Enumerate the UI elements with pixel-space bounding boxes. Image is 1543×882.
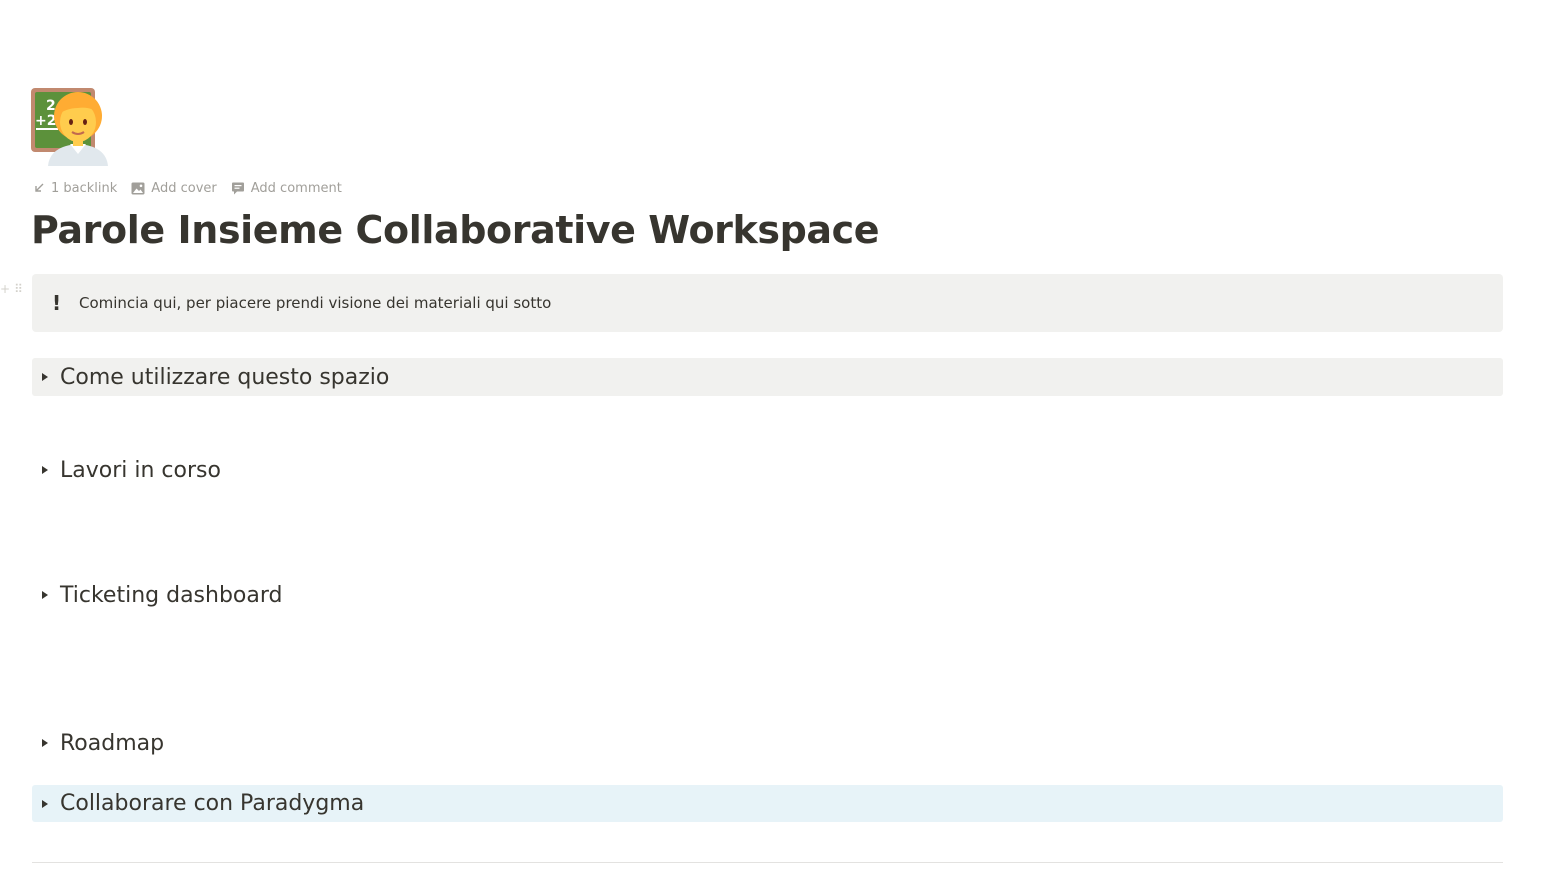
page-meta-row: 1 backlink Add cover Add comment [33, 179, 342, 197]
toggle-roadmap[interactable]: Roadmap [32, 724, 1503, 762]
callout-block[interactable]: ! Comincia qui, per piacere prendi visio… [32, 274, 1503, 332]
drag-dots-icon: ⠿ [14, 282, 23, 296]
toggle-triangle-icon[interactable] [30, 590, 60, 600]
svg-text:+2: +2 [35, 113, 56, 129]
add-comment-label: Add comment [250, 180, 342, 196]
callout-text[interactable]: Comincia qui, per piacere prendi visione… [79, 294, 551, 312]
page-title[interactable]: Parole Insieme Collaborative Workspace [31, 208, 880, 252]
toggle-lavori-in-corso[interactable]: Lavori in corso [32, 451, 1503, 489]
arrow-down-left-icon [33, 182, 45, 194]
toggle-triangle-icon[interactable] [30, 799, 60, 809]
toggle-triangle-icon[interactable] [30, 738, 60, 748]
block-drag-handle[interactable]: + ⠿ [0, 282, 23, 296]
image-icon [131, 182, 145, 195]
toggle-come-utilizzare[interactable]: Come utilizzare questo spazio [32, 358, 1503, 396]
backlinks-label: 1 backlink [51, 180, 118, 196]
toggle-ticketing-dashboard[interactable]: Ticketing dashboard [32, 576, 1503, 614]
plus-icon: + [0, 282, 11, 296]
add-cover-label: Add cover [151, 180, 217, 196]
toggle-heading-label[interactable]: Come utilizzare questo spazio [60, 365, 389, 390]
divider [32, 862, 1503, 863]
notion-page: 2 +2 1 backlink Add cover Add comment Pa… [0, 0, 1543, 882]
comment-icon [231, 182, 245, 195]
add-comment-button[interactable]: Add comment [231, 179, 342, 197]
toggle-heading-label[interactable]: Roadmap [60, 731, 164, 756]
toggle-heading-label[interactable]: Ticketing dashboard [60, 583, 282, 608]
teacher-emoji-icon[interactable]: 2 +2 [30, 86, 112, 168]
toggle-collaborare-paradygma[interactable]: Collaborare con Paradygma [32, 785, 1503, 822]
toggle-heading-label[interactable]: Lavori in corso [60, 458, 221, 483]
add-cover-button[interactable]: Add cover [131, 179, 217, 197]
toggle-triangle-icon[interactable] [30, 465, 60, 475]
svg-text:2: 2 [46, 98, 56, 114]
backlinks-button[interactable]: 1 backlink [33, 179, 117, 197]
toggle-heading-label[interactable]: Collaborare con Paradygma [60, 791, 364, 816]
toggle-triangle-icon[interactable] [30, 372, 60, 382]
exclamation-icon: ! [52, 291, 62, 315]
